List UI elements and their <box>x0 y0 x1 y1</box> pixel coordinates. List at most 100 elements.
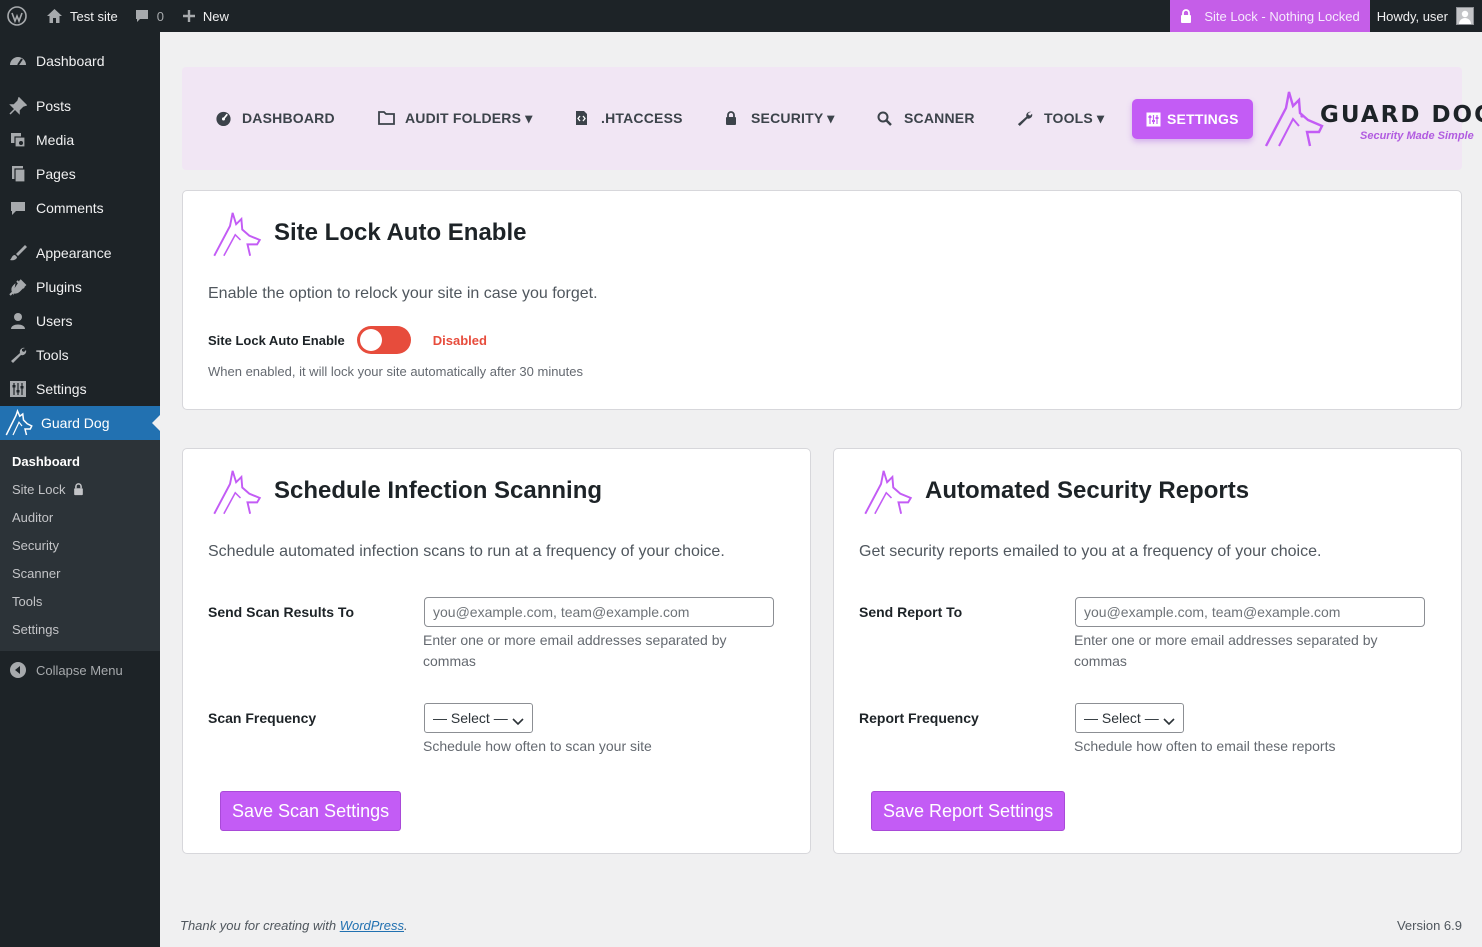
avatar <box>1456 7 1474 25</box>
schedule-scan-card: Schedule Infection Scanning Schedule aut… <box>182 448 811 854</box>
submenu-item-label: Site Lock <box>12 481 66 497</box>
sidebar-item-tools[interactable]: Tools <box>0 338 160 372</box>
sliders-icon <box>8 379 28 399</box>
scan-email-label: Send Scan Results To <box>208 604 354 620</box>
dashboard-icon <box>215 110 232 126</box>
sidebar-item-users[interactable]: Users <box>0 304 160 338</box>
nav-tab-dashboard[interactable]: DASHBOARD <box>215 98 335 138</box>
sidebar-item-settings[interactable]: Settings <box>0 372 160 406</box>
code-file-icon <box>575 110 588 126</box>
sidebar-item-appearance[interactable]: Appearance <box>0 236 160 270</box>
wrench-icon <box>8 345 28 365</box>
sidebar-item-comments[interactable]: Comments <box>0 191 160 225</box>
collapse-menu-button[interactable]: Collapse Menu <box>0 653 160 687</box>
security-reports-card: Automated Security Reports Get security … <box>833 448 1462 854</box>
folder-icon <box>378 111 395 125</box>
site-name-link[interactable]: Test site <box>38 0 126 32</box>
report-frequency-select[interactable]: — Select — <box>1075 703 1184 733</box>
wrench-icon <box>1016 110 1033 127</box>
site-lock-auto-enable-toggle[interactable] <box>356 326 411 354</box>
save-scan-settings-button[interactable]: Save Scan Settings <box>220 791 402 831</box>
select-value: — Select — <box>1084 710 1159 726</box>
submenu-item-label: Tools <box>12 593 43 609</box>
submenu-item-dashboard[interactable]: Dashboard <box>0 447 160 475</box>
submenu-item-site-lock[interactable]: Site Lock <box>0 475 160 503</box>
scan-frequency-select[interactable]: — Select — <box>424 703 533 733</box>
report-email-help: Enter one or more email addresses separa… <box>1074 632 1378 669</box>
select-value: — Select — <box>433 710 508 726</box>
sidebar-item-pages[interactable]: Pages <box>0 157 160 191</box>
sidebar-item-dashboard[interactable]: Dashboard <box>0 44 160 78</box>
guard-dog-icon <box>4 408 34 438</box>
new-content-button[interactable]: New <box>172 0 237 32</box>
collapse-icon <box>8 660 28 680</box>
card-header: Automated Security Reports <box>860 463 1249 519</box>
nav-tab-security[interactable]: SECURITY ▾ <box>725 98 834 138</box>
guard-dog-icon <box>209 463 265 519</box>
sidebar-item-label: Tools <box>36 347 69 363</box>
lock-icon <box>725 110 737 126</box>
nav-tab-settings[interactable]: SETTINGS <box>1132 99 1253 139</box>
pin-icon <box>8 96 28 116</box>
comment-icon <box>134 8 150 24</box>
wordpress-logo-button[interactable] <box>0 0 38 32</box>
lock-icon <box>73 482 84 496</box>
sidebar-item-label: Settings <box>36 381 87 397</box>
site-lock-toggle-label: Site Lock Auto Enable <box>208 332 345 348</box>
scan-email-input[interactable] <box>424 597 774 627</box>
toggle-knob <box>359 329 382 351</box>
sidebar-item-guard-dog[interactable]: Guard Dog <box>0 406 160 440</box>
plug-icon <box>8 277 28 297</box>
dashboard-icon <box>8 51 28 71</box>
lock-icon <box>1180 8 1192 24</box>
nav-tab-htaccess[interactable]: .HTACCESS <box>575 98 683 138</box>
save-report-settings-button[interactable]: Save Report Settings <box>871 791 1066 831</box>
submenu-item-auditor[interactable]: Auditor <box>0 503 160 531</box>
card-header: Schedule Infection Scanning <box>209 463 602 519</box>
footer-thanks-suffix: . <box>404 918 408 933</box>
new-label: New <box>202 8 229 24</box>
sidebar-item-media[interactable]: Media <box>0 123 160 157</box>
sidebar-item-label: Pages <box>36 166 76 182</box>
card-description: Get security reports emailed to you at a… <box>859 543 1322 560</box>
guard-dog-logo: GUARD DOG Security Made Simple <box>1262 84 1482 154</box>
sidebar-item-posts[interactable]: Posts <box>0 89 160 123</box>
submenu-item-tools[interactable]: Tools <box>0 587 160 615</box>
sidebar-item-plugins[interactable]: Plugins <box>0 270 160 304</box>
settings-sliders-icon <box>1146 112 1161 127</box>
nav-tab-label: SECURITY ▾ <box>751 109 835 126</box>
submenu-item-label: Scanner <box>12 565 61 581</box>
sidebar-item-label: Media <box>36 132 75 148</box>
sidebar-item-label: Appearance <box>36 245 112 261</box>
comments-link[interactable]: 0 <box>126 0 172 32</box>
site-name: Test site <box>70 8 118 24</box>
card-title: Schedule Infection Scanning <box>274 477 603 504</box>
nav-tab-tools[interactable]: TOOLS ▾ <box>1016 98 1104 138</box>
sidebar-item-label: Comments <box>36 200 104 216</box>
nav-tab-audit-folders[interactable]: AUDIT FOLDERS ▾ <box>378 98 532 138</box>
submenu-item-label: Settings <box>12 621 59 637</box>
scan-frequency-help: Schedule how often to scan your site <box>423 738 652 754</box>
media-icon <box>8 130 28 150</box>
submenu-item-scanner[interactable]: Scanner <box>0 559 160 587</box>
site-lock-status-button[interactable]: Site Lock - Nothing Locked <box>1170 0 1370 32</box>
card-header: Site Lock Auto Enable <box>209 205 526 261</box>
submenu-item-label: Auditor <box>12 509 54 525</box>
my-account-button[interactable]: Howdy, user <box>1370 0 1482 32</box>
user-icon <box>8 311 28 331</box>
sidebar-item-label: Plugins <box>36 279 82 295</box>
comment-icon <box>8 198 28 218</box>
report-email-input[interactable] <box>1075 597 1425 627</box>
wordpress-link[interactable]: WordPress <box>340 918 404 933</box>
submenu-item-security[interactable]: Security <box>0 531 160 559</box>
submenu-item-settings[interactable]: Settings <box>0 615 160 643</box>
sidebar-item-label: Users <box>36 313 73 329</box>
card-title: Site Lock Auto Enable <box>274 219 527 246</box>
sidebar-item-label: Dashboard <box>36 53 105 69</box>
site-lock-card: Site Lock Auto Enable Enable the option … <box>182 190 1462 410</box>
nav-tab-scanner[interactable]: SCANNER <box>877 98 975 138</box>
guard-dog-submenu: Dashboard Site Lock Auditor Security Sca… <box>0 440 160 651</box>
plugin-nav-bar: DASHBOARD AUDIT FOLDERS ▾ .HTACCESS SECU… <box>182 67 1482 170</box>
collapse-menu-label: Collapse Menu <box>36 662 123 678</box>
howdy-text: Howdy, user <box>1376 8 1448 24</box>
